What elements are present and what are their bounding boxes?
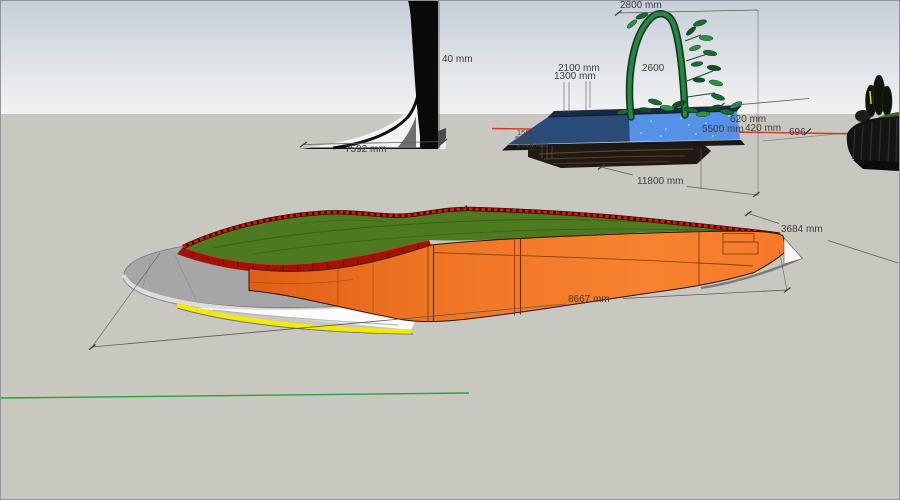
dim-label-2616: 2616 mm	[517, 141, 548, 149]
dim-label-420: 420 mm	[745, 124, 781, 134]
dim-label-696: 696	[789, 128, 806, 138]
dim-label-tower-height: 40 mm	[442, 55, 473, 65]
organic-planter-bench[interactable]	[123, 209, 803, 334]
dim-label-11800: 11800 mm	[637, 177, 684, 187]
dim-label-1300: 1300 mm	[554, 72, 596, 82]
curved-tower-sculpture[interactable]	[300, 1, 446, 149]
dim-label-3684: 3684 mm	[781, 225, 823, 235]
vine-arch-sculpture[interactable]	[617, 12, 743, 118]
dim-label-2800: 2800 mm	[620, 1, 662, 11]
3d-viewport[interactable]: 40 mm 7592 mm 2800 mm 2100 mm 1300 mm 26…	[0, 0, 900, 500]
dim-label-8667: 8667 mm	[568, 295, 610, 305]
dim-label-tower-base: 7592 mm	[345, 145, 387, 155]
dim-label-5500: 5500 mm	[702, 125, 744, 135]
dim-label-2600: 2600	[642, 64, 664, 74]
dark-cactus-planter[interactable]	[847, 75, 899, 171]
green-axis	[1, 393, 469, 398]
